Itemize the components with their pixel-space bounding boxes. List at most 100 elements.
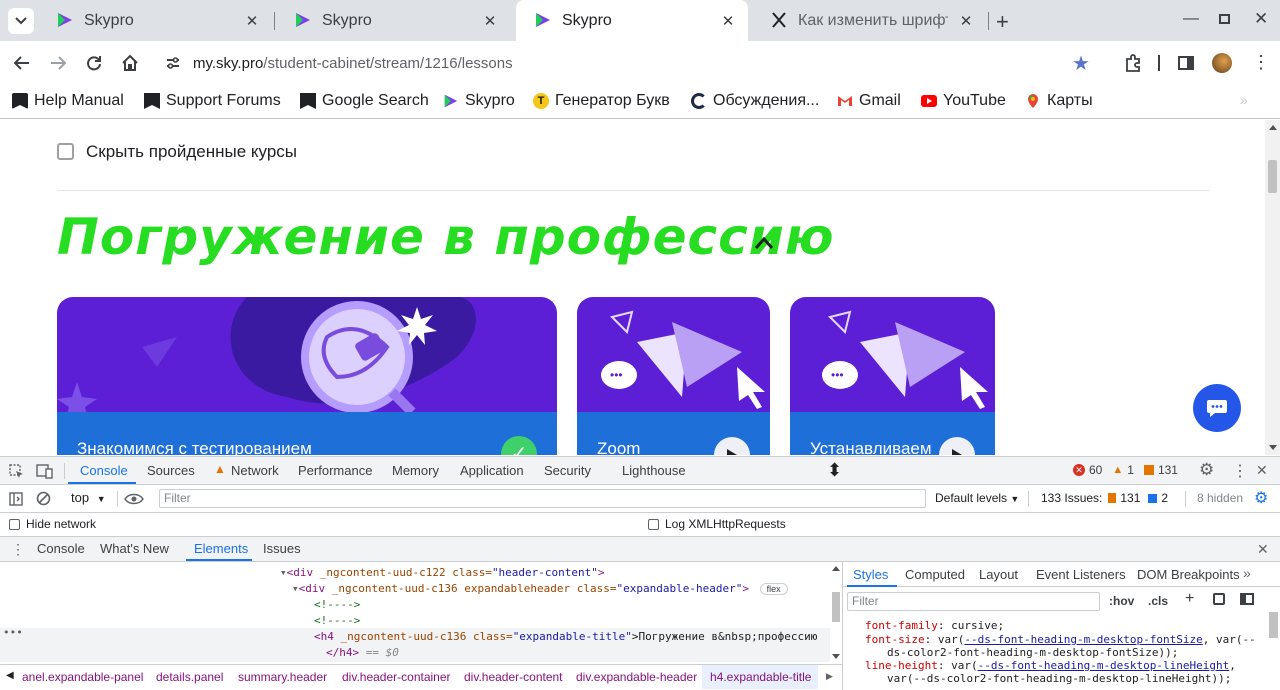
- side-panel-icon[interactable]: [1174, 51, 1198, 75]
- breadcrumb-item-selected[interactable]: h4.expandable-title: [710, 670, 811, 684]
- bookmark-google-search[interactable]: Google Search: [300, 92, 429, 110]
- dom-node-close[interactable]: </h4> == $0: [326, 645, 399, 661]
- tab-skypro-1[interactable]: Skypro ✕: [38, 0, 272, 41]
- styles-tab-layout[interactable]: Layout: [979, 567, 1018, 582]
- bookmark-star-icon[interactable]: ★: [1072, 51, 1090, 76]
- tab-network[interactable]: Network: [231, 463, 279, 478]
- context-selector[interactable]: top ▼: [71, 490, 106, 505]
- scrollbar-thumb[interactable]: [832, 592, 840, 622]
- console-filter-input[interactable]: Filter: [159, 489, 926, 508]
- page-scrollbar[interactable]: [1265, 120, 1280, 455]
- tab-search-button[interactable]: [8, 8, 34, 34]
- hov-toggle[interactable]: :hov: [1109, 594, 1134, 608]
- drawer-tab-issues[interactable]: Issues: [263, 541, 301, 556]
- bookmark-gmail[interactable]: Gmail: [837, 92, 901, 110]
- dom-comment[interactable]: <!---->: [314, 597, 360, 613]
- log-levels-dropdown[interactable]: Default levels ▼: [935, 491, 1019, 505]
- dom-node-expandable-header[interactable]: ▾<div _ngcontent-uud-c136 expandablehead…: [292, 581, 788, 597]
- expand-arrow-icon[interactable]: ▾: [280, 566, 287, 579]
- live-expression-eye-icon[interactable]: [124, 493, 144, 505]
- tab-console[interactable]: Console: [80, 463, 128, 478]
- styles-tab-styles[interactable]: Styles: [853, 567, 888, 582]
- css-declaration-line-height[interactable]: line-height: var(--ds-font-heading-m-des…: [865, 659, 1236, 672]
- css-variable[interactable]: --ds-font-heading-m-desktop-lineHeight: [978, 659, 1230, 672]
- resize-handle-icon[interactable]: ⬍: [827, 460, 842, 481]
- minimize-icon[interactable]: —: [1183, 10, 1199, 28]
- settings-gear-icon[interactable]: ⚙: [1199, 460, 1214, 480]
- close-icon[interactable]: ✕: [720, 12, 736, 30]
- address-bar[interactable]: my.sky.pro/student-cabinet/stream/1216/l…: [154, 45, 1264, 81]
- tab-font-article[interactable]: Как изменить шрифт в ✕: [752, 0, 986, 41]
- dom-node-header-content[interactable]: ▾<div _ngcontent-uud-c122 class="header-…: [280, 565, 605, 581]
- device-toolbar-icon[interactable]: [36, 464, 53, 479]
- more-bookmarks-icon[interactable]: »: [1240, 92, 1248, 108]
- close-icon[interactable]: ✕: [958, 12, 974, 30]
- bookmark-discussions[interactable]: Обсуждения...: [691, 92, 819, 110]
- new-tab-button[interactable]: +: [996, 9, 1009, 35]
- console-settings-gear-icon[interactable]: ⚙: [1254, 488, 1268, 508]
- inspect-element-icon[interactable]: [9, 464, 24, 479]
- dom-node-expandable-title[interactable]: <h4 _ngcontent-uud-c136 class="expandabl…: [314, 629, 817, 645]
- devtools-menu-icon[interactable]: ⋮: [1232, 461, 1248, 481]
- home-icon[interactable]: [118, 51, 142, 75]
- error-counter[interactable]: ✕ 60 ▲ 1 131: [1073, 463, 1178, 477]
- tab-performance[interactable]: Performance: [298, 463, 372, 478]
- styles-tab-event-listeners[interactable]: Event Listeners: [1036, 567, 1126, 582]
- scroll-down-arrow-icon[interactable]: [832, 654, 840, 659]
- tab-memory[interactable]: Memory: [392, 463, 439, 478]
- bookmark-maps[interactable]: Карты: [1025, 92, 1093, 110]
- bookmark-youtube[interactable]: YouTube: [921, 92, 1006, 110]
- paint-brush-icon[interactable]: [1213, 593, 1225, 605]
- hide-passed-checkbox[interactable]: [57, 143, 74, 160]
- tab-security[interactable]: Security: [544, 463, 591, 478]
- css-variable[interactable]: --ds-font-heading-m-desktop-fontSize: [964, 633, 1202, 646]
- extensions-icon[interactable]: [1121, 51, 1145, 75]
- tab-skypro-active[interactable]: Skypro ✕: [516, 0, 748, 41]
- course-card[interactable]: ••• Устанавливаем: [790, 297, 995, 455]
- breadcrumb-item[interactable]: div.header-container: [342, 670, 451, 684]
- forward-icon[interactable]: [46, 51, 70, 75]
- flex-badge[interactable]: flex: [759, 583, 788, 595]
- tab-skypro-2[interactable]: Skypro ✕: [276, 0, 510, 41]
- chat-button[interactable]: [1193, 384, 1241, 432]
- dom-comment[interactable]: <!---->: [314, 613, 360, 629]
- bookmark-support-forums[interactable]: Support Forums: [144, 92, 281, 110]
- breadcrumb-right-arrow-icon[interactable]: ▶: [826, 671, 833, 682]
- back-icon[interactable]: [10, 51, 34, 75]
- cls-toggle[interactable]: .cls: [1148, 594, 1168, 608]
- chevron-up-icon[interactable]: [754, 236, 774, 250]
- breadcrumb-item[interactable]: div.header-content: [464, 670, 563, 684]
- tab-application[interactable]: Application: [460, 463, 524, 478]
- css-declaration-font-size[interactable]: font-size: var(--ds-font-heading-m-deskt…: [865, 633, 1256, 646]
- drawer-tab-whats-new[interactable]: What's New: [100, 541, 169, 556]
- close-drawer-icon[interactable]: ✕: [1257, 541, 1269, 558]
- bookmark-skypro[interactable]: Skypro: [443, 92, 515, 110]
- styles-tab-dom-breakpoints[interactable]: DOM Breakpoints: [1137, 567, 1240, 582]
- breadcrumb-item[interactable]: details.panel: [156, 670, 223, 684]
- sidebar-toggle-icon[interactable]: [9, 492, 23, 506]
- hide-network-checkbox[interactable]: [9, 519, 20, 530]
- scroll-down-arrow-icon[interactable]: [1269, 445, 1277, 450]
- close-icon[interactable]: ✕: [244, 12, 260, 30]
- log-xhr-label[interactable]: Log XMLHttpRequests: [665, 517, 786, 531]
- styles-tab-computed[interactable]: Computed: [905, 567, 965, 582]
- drawer-tab-elements[interactable]: Elements: [194, 541, 248, 556]
- breadcrumb-left-arrow-icon[interactable]: ◀: [6, 670, 14, 681]
- breadcrumb-item[interactable]: summary.header: [238, 670, 327, 684]
- course-card[interactable]: Знакомимся с тестированием ✓: [57, 297, 557, 455]
- log-xhr-checkbox[interactable]: [648, 519, 659, 530]
- close-icon[interactable]: ✕: [482, 12, 498, 30]
- clear-console-icon[interactable]: [36, 491, 51, 506]
- expand-arrow-icon[interactable]: ▾: [292, 582, 299, 595]
- reload-icon[interactable]: [82, 51, 106, 75]
- hide-passed-label[interactable]: Скрыть пройденные курсы: [86, 142, 297, 162]
- scroll-up-arrow-icon[interactable]: [1269, 125, 1277, 130]
- tab-sources[interactable]: Sources: [147, 463, 195, 478]
- node-actions-ellipsis[interactable]: •••: [3, 626, 23, 639]
- css-declaration-font-family[interactable]: font-family: cursive;: [865, 619, 1004, 632]
- close-devtools-icon[interactable]: ✕: [1256, 462, 1268, 479]
- bookmark-letter-generator[interactable]: T Генератор Букв: [533, 92, 670, 110]
- close-window-icon[interactable]: ✕: [1254, 9, 1268, 29]
- drawer-menu-icon[interactable]: ⋮: [11, 541, 25, 558]
- more-tabs-icon[interactable]: »: [1243, 565, 1251, 581]
